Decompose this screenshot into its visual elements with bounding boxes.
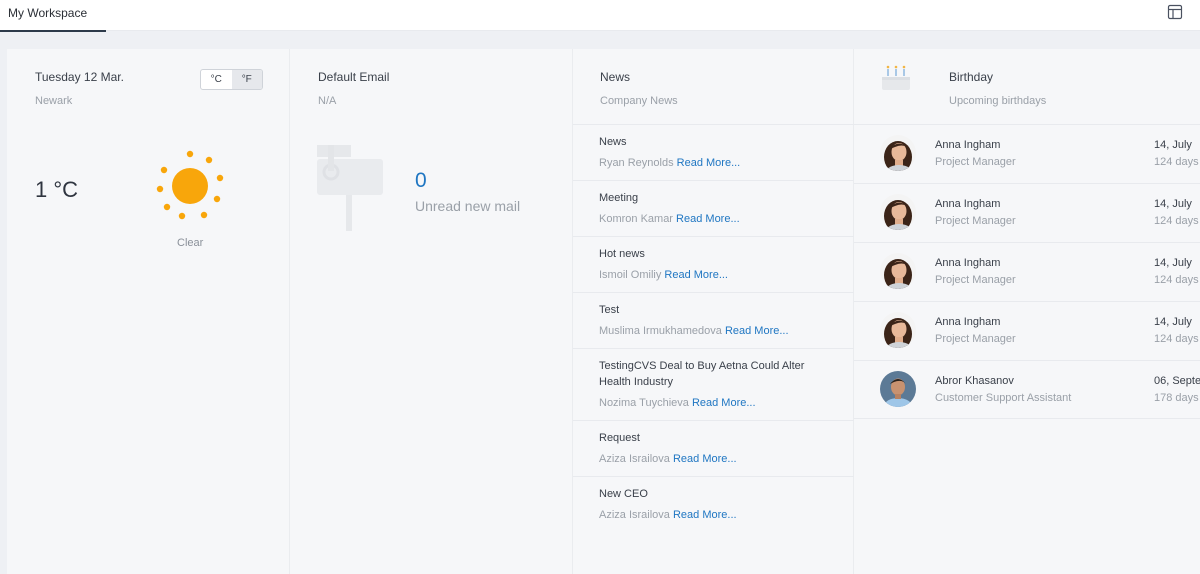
news-item-author: Ismoil Omiliy <box>599 269 662 281</box>
birthday-subtitle: Upcoming birthdays <box>949 95 1047 107</box>
person-role: Project Manager <box>935 215 1016 227</box>
workspace-panel: Tuesday 12 Mar. Newark °C °F 1 °C Clear <box>7 49 1200 574</box>
news-item-author: Muslima Irmukhamedova <box>599 325 722 337</box>
news-item-title: Test <box>599 304 620 316</box>
read-more-link[interactable]: Read More... <box>673 453 737 465</box>
news-item-author: Ryan Reynolds <box>599 157 674 169</box>
avatar <box>880 312 916 348</box>
news-item-title: Hot news <box>599 248 645 260</box>
news-item-meta: Aziza Israilova Read More... <box>599 507 828 523</box>
news-item-meta: Nozima Tuychieva Read More... <box>599 395 828 411</box>
days-until-birthday: 124 days l <box>1154 215 1200 227</box>
read-more-link[interactable]: Read More... <box>725 325 789 337</box>
news-item[interactable]: Hot news Ismoil Omiliy Read More... <box>573 236 854 292</box>
days-until-birthday: 124 days l <box>1154 333 1200 345</box>
news-item[interactable]: TestingCVS Deal to Buy Aetna Could Alter… <box>573 348 854 420</box>
birthday-date: 14, July <box>1154 198 1192 210</box>
temperature-unit-toggle: °C °F <box>200 69 263 90</box>
top-tab-bar: My Workspace <box>0 0 1200 32</box>
avatar <box>880 253 916 289</box>
news-item-title: Request <box>599 432 640 444</box>
sun-icon <box>156 150 224 220</box>
unread-mail-label: Unread new mail <box>415 198 521 214</box>
person-name: Anna Ingham <box>935 139 1001 151</box>
avatar <box>880 135 916 171</box>
temperature-value: 1 °C <box>35 177 79 202</box>
birthday-row[interactable]: Abror Khasanov Customer Support Assistant… <box>854 360 1200 419</box>
birthday-row[interactable]: Anna Ingham Project Manager 14, July 124 da… <box>854 124 1200 183</box>
days-until-birthday: 124 days l <box>1154 156 1200 168</box>
read-more-link[interactable]: Read More... <box>677 157 741 169</box>
days-until-birthday: 178 days l <box>1154 392 1200 404</box>
birthday-date: 14, July <box>1154 139 1192 151</box>
person-name: Abror Khasanov <box>935 375 1014 387</box>
read-more-link[interactable]: Read More... <box>676 213 740 225</box>
news-item-meta: Muslima Irmukhamedova Read More... <box>599 323 828 339</box>
birthday-widget: Birthday Upcoming birthdays Anna Ingham P… <box>854 49 1200 574</box>
news-item-title: Meeting <box>599 192 639 204</box>
birthday-row[interactable]: Anna Ingham Project Manager 14, July 124 da… <box>854 242 1200 301</box>
tab-label: My Workspace <box>8 6 88 20</box>
news-item[interactable]: Request Aziza Israilova Read More... <box>573 420 854 476</box>
news-item-author: Aziza Israilova <box>599 453 670 465</box>
avatar <box>880 194 916 230</box>
news-item-meta: Ryan Reynolds Read More... <box>599 155 828 171</box>
person-role: Project Manager <box>935 274 1016 286</box>
birthday-list: Anna Ingham Project Manager 14, July 124 da… <box>854 124 1200 419</box>
unread-mail-count[interactable]: 0 <box>415 169 427 193</box>
news-item-author: Nozima Tuychieva <box>599 397 689 409</box>
days-until-birthday: 124 days l <box>1154 274 1200 286</box>
news-item[interactable]: Test Muslima Irmukhamedova Read More... <box>573 292 854 348</box>
news-item[interactable]: New CEO Aziza Israilova Read More... <box>573 476 854 532</box>
news-item-title: TestingCVS Deal to Buy Aetna Could Alter… <box>599 360 805 388</box>
news-item-meta: Komron Kamar Read More... <box>599 211 828 227</box>
news-item-meta: Ismoil Omiliy Read More... <box>599 267 828 283</box>
layout-icon[interactable] <box>1167 4 1183 20</box>
birthday-title: Birthday <box>949 70 994 84</box>
birthday-row[interactable]: Anna Ingham Project Manager 14, July 124 da… <box>854 183 1200 242</box>
weather-widget: Tuesday 12 Mar. Newark °C °F 1 °C Clear <box>7 49 290 574</box>
avatar <box>880 371 916 407</box>
cake-icon <box>882 65 910 90</box>
news-item[interactable]: Meeting Komron Kamar Read More... <box>573 180 854 236</box>
read-more-link[interactable]: Read More... <box>673 509 737 521</box>
unit-fahrenheit-button[interactable]: °F <box>231 70 262 89</box>
email-widget: Default Email N/A 0 Unread new mail <box>290 49 573 574</box>
email-address: N/A <box>318 95 337 107</box>
birthday-date: 06, Septe <box>1154 375 1200 387</box>
weather-city: Newark <box>35 95 73 107</box>
news-list: News Ryan Reynolds Read More... Meeting Kom… <box>573 124 854 532</box>
mailbox-icon <box>317 145 383 231</box>
news-item[interactable]: News Ryan Reynolds Read More... <box>573 124 854 180</box>
person-role: Project Manager <box>935 156 1016 168</box>
tab-my-workspace[interactable]: My Workspace <box>0 0 106 32</box>
news-item-title: News <box>599 136 627 148</box>
active-tab-indicator <box>0 30 106 32</box>
person-role: Customer Support Assistant <box>935 392 1072 404</box>
news-title: News <box>600 70 631 84</box>
unit-celsius-button[interactable]: °C <box>201 70 232 89</box>
news-item-author: Komron Kamar <box>599 213 673 225</box>
news-item-title: New CEO <box>599 488 648 500</box>
news-widget: News Company News News Ryan Reynolds Read… <box>573 49 854 574</box>
email-title: Default Email <box>318 70 390 84</box>
birthday-date: 14, July <box>1154 316 1192 328</box>
read-more-link[interactable]: Read More... <box>692 397 756 409</box>
weather-date: Tuesday 12 Mar. <box>35 70 124 84</box>
news-item-author: Aziza Israilova <box>599 509 670 521</box>
birthday-row[interactable]: Anna Ingham Project Manager 14, July 124 da… <box>854 301 1200 360</box>
weather-condition: Clear <box>177 237 204 249</box>
birthday-date: 14, July <box>1154 257 1192 269</box>
news-subtitle: Company News <box>600 95 678 107</box>
person-name: Anna Ingham <box>935 316 1001 328</box>
news-item-meta: Aziza Israilova Read More... <box>599 451 828 467</box>
person-name: Anna Ingham <box>935 198 1001 210</box>
read-more-link[interactable]: Read More... <box>664 269 728 281</box>
person-name: Anna Ingham <box>935 257 1001 269</box>
person-role: Project Manager <box>935 333 1016 345</box>
